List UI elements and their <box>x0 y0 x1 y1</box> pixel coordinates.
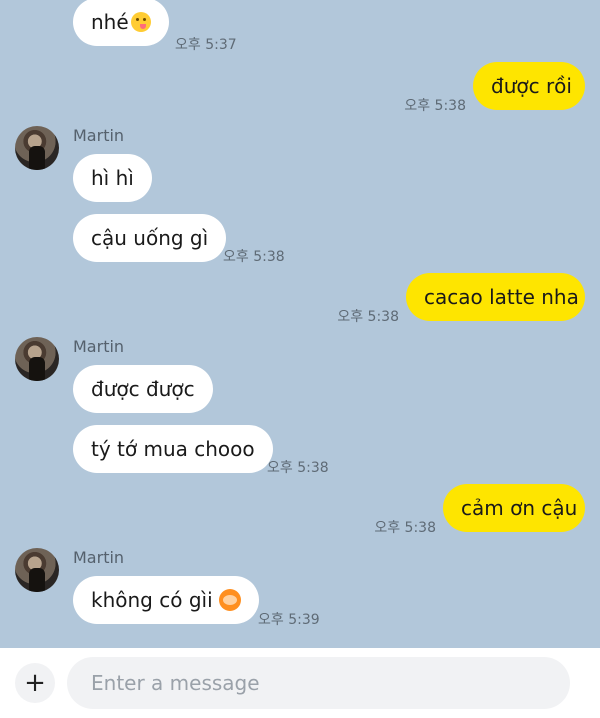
incoming-message-bubble: tý tớ mua chooo <box>73 425 273 473</box>
message-timestamp: 오후 5:38 <box>267 460 329 476</box>
message-text: không có gìi <box>91 588 213 612</box>
message-timestamp: 오후 5:38 <box>374 520 436 536</box>
message-text: được được <box>91 377 195 401</box>
avatar[interactable] <box>15 126 59 170</box>
plus-icon: + <box>24 668 46 698</box>
avatar[interactable] <box>15 337 59 381</box>
outgoing-message-bubble: cacao latte nha <box>406 273 585 321</box>
message-input-placeholder: Enter a message <box>91 671 260 695</box>
message-text: hì hì <box>91 166 134 190</box>
message-input[interactable]: Enter a message <box>67 657 570 709</box>
outgoing-message-bubble: được rồi <box>473 62 585 110</box>
sender-name: Martin <box>73 337 125 356</box>
message-timestamp: 오후 5:37 <box>175 37 237 53</box>
savoring-face-emoji-icon <box>130 12 151 32</box>
message-timestamp: 오후 5:38 <box>223 249 285 265</box>
message-text: cacao latte nha <box>424 285 579 309</box>
outgoing-message-bubble: cảm ơn cậu <box>443 484 585 532</box>
sender-name: Martin <box>73 126 125 145</box>
chat-area: nhé 오후 5:37 오후 5:38 được rồi Martin hì h… <box>0 0 600 648</box>
message-text: cậu uống gì <box>91 226 209 250</box>
blushing-face-emoji-icon <box>218 589 241 611</box>
incoming-message-bubble: cậu uống gì <box>73 214 227 262</box>
message-timestamp: 오후 5:38 <box>404 98 466 114</box>
message-text: cảm ơn cậu <box>461 496 578 520</box>
incoming-message-bubble: không có gìi <box>73 576 259 624</box>
incoming-message-bubble: được được <box>73 365 213 413</box>
incoming-message-bubble: hì hì <box>73 154 152 202</box>
add-attachment-button[interactable]: + <box>15 663 55 703</box>
avatar[interactable] <box>15 548 59 592</box>
message-timestamp: 오후 5:38 <box>337 309 399 325</box>
message-text: nhé <box>91 10 129 34</box>
incoming-message-bubble: nhé <box>73 0 169 46</box>
sender-name: Martin <box>73 548 125 567</box>
message-text: tý tớ mua chooo <box>91 437 255 461</box>
message-text: được rồi <box>491 74 572 98</box>
message-timestamp: 오후 5:39 <box>258 612 320 628</box>
